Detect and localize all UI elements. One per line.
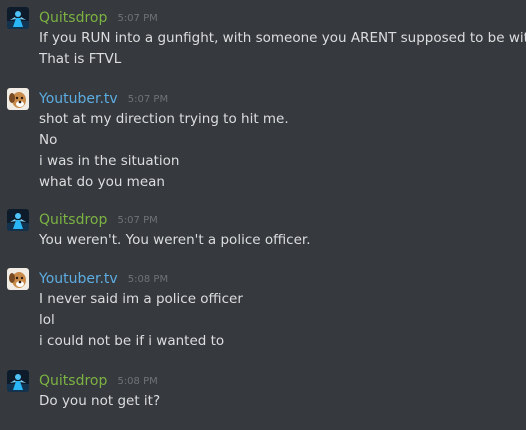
blue-figure-avatar-icon[interactable] <box>7 370 29 392</box>
username[interactable]: Youtuber.tv <box>39 271 118 287</box>
message-header: Youtuber.tv 5:07 PM <box>39 88 168 108</box>
message-header: Quitsdrop 5:07 PM <box>39 7 158 27</box>
username[interactable]: Quitsdrop <box>39 212 107 228</box>
message-line: Do you not get it? <box>39 393 161 409</box>
dog-avatar-icon[interactable] <box>7 268 29 290</box>
message-header: Quitsdrop 5:07 PM <box>39 209 158 229</box>
message-body: I never said im a police officer lol i c… <box>39 289 526 352</box>
message-line: I never said im a police officer <box>39 291 243 307</box>
dog-avatar-icon[interactable] <box>7 88 29 110</box>
message-line: what do you mean <box>39 174 165 190</box>
message-line: No <box>39 132 58 148</box>
message-body: You weren't. You weren't a police office… <box>39 230 526 251</box>
timestamp: 5:07 PM <box>117 13 158 24</box>
blue-figure-avatar-icon[interactable] <box>7 7 29 29</box>
username[interactable]: Youtuber.tv <box>39 91 118 107</box>
timestamp: 5:08 PM <box>127 274 169 285</box>
timestamp: 5:07 PM <box>117 215 158 226</box>
blue-figure-avatar-icon[interactable] <box>7 209 29 231</box>
username[interactable]: Quitsdrop <box>39 10 107 26</box>
timestamp: 5:08 PM <box>117 376 158 387</box>
message-body: Do you not get it? <box>39 391 526 412</box>
message-body: shot at my direction trying to hit me. N… <box>39 109 526 193</box>
message-body: If you RUN into a gunfight, with someone… <box>39 28 526 70</box>
message-line: i could not be if i wanted to <box>39 333 225 349</box>
message-header: Youtuber.tv 5:08 PM <box>39 268 168 288</box>
username[interactable]: Quitsdrop <box>39 373 107 389</box>
message-line: That is FTVL <box>39 51 122 67</box>
message-line: i was in the situation <box>39 153 180 169</box>
message-line: If you RUN into a gunfight, with someone… <box>39 30 526 46</box>
message-line: shot at my direction trying to hit me. <box>39 111 289 127</box>
message-line: lol <box>39 312 55 328</box>
chat-message-list: Quitsdrop 5:07 PM If you RUN into a gunf… <box>0 0 526 430</box>
timestamp: 5:07 PM <box>127 94 169 105</box>
message-line: You weren't. You weren't a police office… <box>39 232 311 248</box>
message-header: Quitsdrop 5:08 PM <box>39 370 158 390</box>
